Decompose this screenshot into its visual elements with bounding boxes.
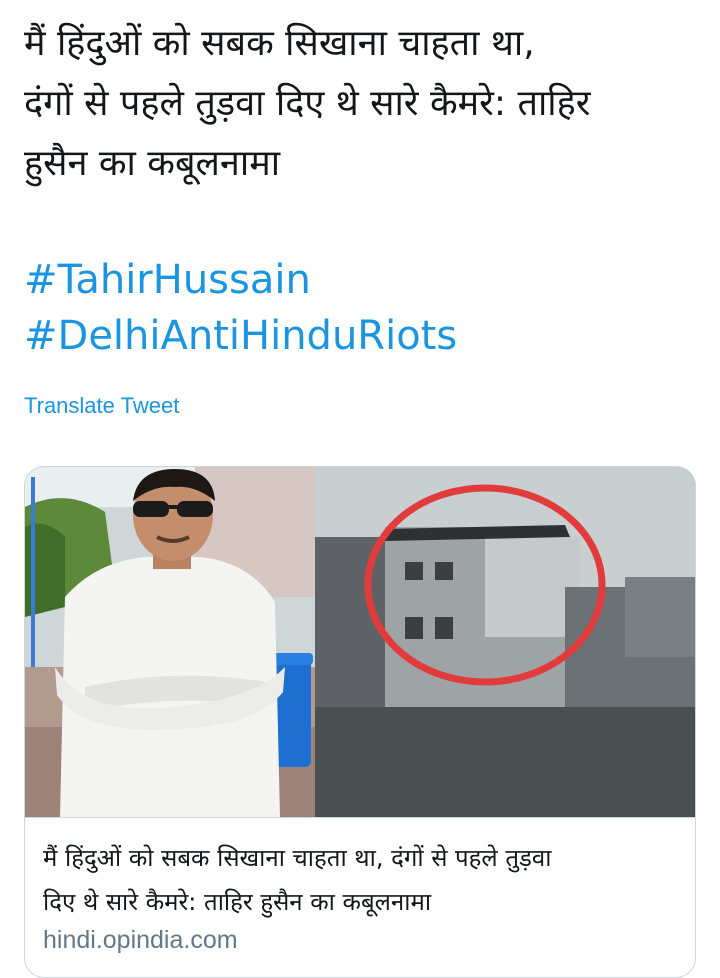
building-photo bbox=[315, 467, 695, 817]
card-title-line: दिए थे सारे कैमरे: ताहिर हुसैन का कबूलना… bbox=[43, 888, 432, 916]
tweet-text-line: हुसैन का कबूलनामा bbox=[24, 143, 281, 184]
hashtag-link[interactable]: #TahirHussain bbox=[24, 252, 457, 308]
person-photo bbox=[25, 467, 315, 817]
hashtag-link[interactable]: #DelhiAntiHinduRiots bbox=[24, 308, 457, 364]
translate-tweet-link[interactable]: Translate Tweet bbox=[24, 393, 179, 419]
tweet-text-line: मैं हिंदुओं को सबक सिखाना चाहता था, bbox=[24, 23, 535, 64]
tweet-text-line: दंगों से पहले तुड़वा दिए थे सारे कैमरे: … bbox=[24, 83, 591, 124]
link-preview-card[interactable]: मैं हिंदुओं को सबक सिखाना चाहता था, दंगो… bbox=[24, 466, 696, 978]
card-domain: hindi.opindia.com bbox=[43, 926, 238, 954]
hashtag-list: #TahirHussain #DelhiAntiHinduRiots bbox=[24, 252, 457, 364]
tweet-text: मैं हिंदुओं को सबक सिखाना चाहता था, दंगो… bbox=[24, 14, 704, 194]
card-title: मैं हिंदुओं को सबक सिखाना चाहता था, दंगो… bbox=[43, 836, 683, 924]
card-title-line: मैं हिंदुओं को सबक सिखाना चाहता था, दंगो… bbox=[43, 844, 552, 872]
card-image bbox=[25, 467, 695, 817]
card-body: मैं हिंदुओं को सबक सिखाना चाहता था, दंगो… bbox=[25, 817, 695, 954]
